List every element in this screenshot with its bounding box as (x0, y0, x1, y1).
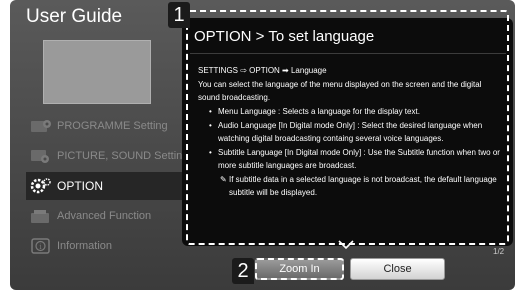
bullet-menu-language: Menu Language : Selects a language for t… (198, 105, 503, 118)
menu-item-label: Information (57, 240, 113, 252)
scroll-down-chevron-icon[interactable] (338, 240, 354, 250)
annotation-badge-1: 1 (168, 2, 190, 28)
panel-title: OPTION > To set language (194, 28, 375, 45)
menu-item-label: Advanced Function (57, 210, 152, 222)
advanced-function-icon (30, 208, 52, 224)
annotation-badge-2: 2 (232, 258, 254, 284)
menu-item-label: PROGRAMME Setting (57, 120, 168, 132)
subtitle-note: ✎ If subtitle data in a selected languag… (198, 173, 503, 199)
menu-item-label: OPTION (57, 179, 104, 193)
bullet-subtitle-language: Subtitle Language [In Digital mode Only]… (198, 146, 503, 172)
picture-sound-icon (30, 148, 52, 164)
note-icon: ✎ (220, 175, 227, 184)
menu-item-advanced-function[interactable]: Advanced Function (26, 202, 188, 230)
menu-item-information[interactable]: i Information (26, 232, 188, 260)
note-text: If subtitle data in a selected language … (229, 175, 497, 197)
zoom-in-button[interactable]: Zoom In (255, 258, 344, 280)
panel-divider (190, 53, 506, 54)
menu-item-label: PICTURE, SOUND Setting (57, 150, 189, 162)
panel-content: SETTINGS ⇨ OPTION ➡ Language You can sel… (198, 64, 503, 200)
preview-thumbnail (43, 40, 151, 104)
bullet-audio-language: Audio Language [In Digital mode Only] : … (198, 119, 503, 145)
intro-text: You can select the language of the menu … (198, 80, 482, 102)
gear-icon (30, 178, 52, 194)
tv-settings-icon (30, 118, 52, 134)
menu-item-programme-setting[interactable]: PROGRAMME Setting (26, 112, 188, 140)
guide-title: User Guide (26, 6, 123, 27)
menu-item-option[interactable]: OPTION (26, 172, 188, 200)
menu-item-picture-sound-setting[interactable]: PICTURE, SOUND Setting (26, 142, 188, 170)
page-indicator: 1/2 (493, 247, 505, 256)
guide-menu: PROGRAMME Setting PICTURE, SOUND Setting… (26, 112, 188, 262)
info-icon: i (30, 238, 52, 254)
close-button[interactable]: Close (350, 258, 445, 280)
settings-path: SETTINGS ⇨ OPTION ➡ Language (198, 66, 327, 75)
